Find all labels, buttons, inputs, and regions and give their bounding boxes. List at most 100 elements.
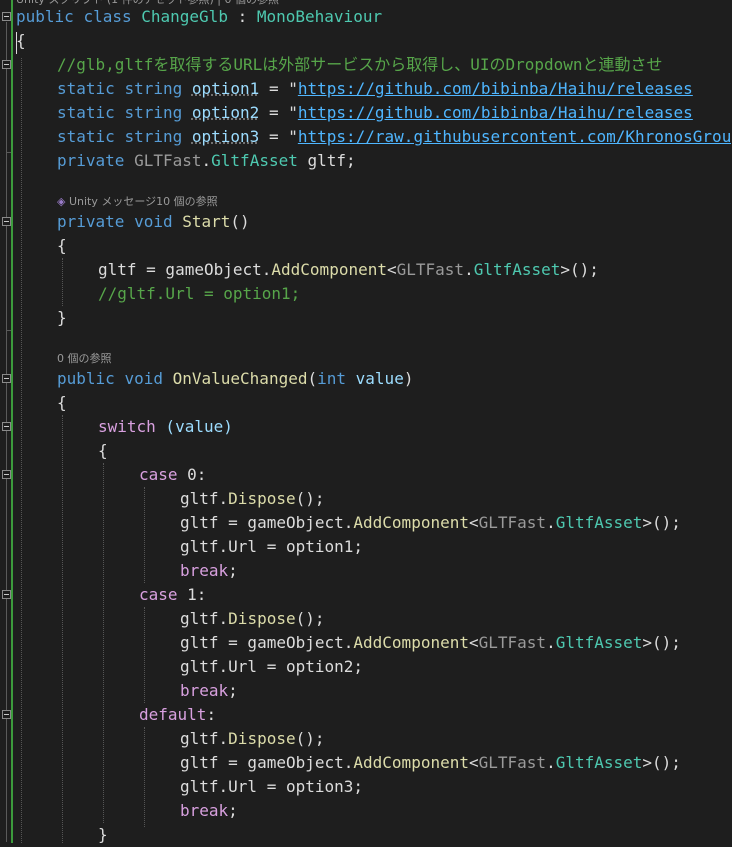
keyword-void: void [134,212,173,231]
code-line-dispose: gltf.Dispose(); [180,727,325,751]
namespace-gltfast[interactable]: GLTFast [134,151,201,170]
code-line-addcomponent: gltf = gameObject.AddComponent<GLTFast.G… [180,631,681,655]
fold-toggle-switch[interactable] [2,422,11,431]
keyword-break: break [180,801,229,820]
namespace-gltfast[interactable]: GLTFast [479,513,546,532]
keyword-int: int [317,369,347,388]
codelens-references[interactable]: 0 個の参照 [57,351,112,367]
keyword-break: break [180,561,229,580]
fold-tick [6,152,11,153]
type-gltfasset[interactable]: GltfAsset [556,633,643,652]
fold-toggle-class[interactable] [2,12,11,21]
indent-guide [62,258,63,306]
field-option3[interactable]: option3 [192,127,259,146]
type-gltfasset[interactable]: GltfAsset [211,151,298,170]
assign: = " [259,127,298,146]
keyword-string: string [124,127,183,146]
colon: : [206,705,217,724]
keyword-string: string [124,79,183,98]
type-gltfasset[interactable]: GltfAsset [556,753,643,772]
code-line-comment: //glb,gltfを取得するURLは外部サービスから取得し、UIのDropdo… [57,55,663,74]
keyword-public: public [16,7,74,26]
assign: = " [259,103,298,122]
open-paren: ( [307,369,318,388]
method-dispose[interactable]: Dispose [228,489,295,508]
fold-toggle-default[interactable] [2,710,11,719]
code-line-start-addcomponent: gltf = gameObject.AddComponent<GLTFast.G… [98,258,599,282]
class-name[interactable]: ChangeGlb [141,7,228,26]
code-line-open-brace: { [16,31,26,50]
type-gltfasset[interactable]: GltfAsset [474,260,561,279]
code-line-method-open: { [57,393,67,412]
call-end: (); [295,609,325,628]
type-gltfasset[interactable]: GltfAsset [556,513,643,532]
gltf-assign: gltf = gameObject. [180,513,354,532]
lt: < [468,513,479,532]
code-line-addcomponent: gltf = gameObject.AddComponent<GLTFast.G… [180,511,681,535]
fold-toggle-case0[interactable] [2,470,11,479]
code-line-dispose: gltf.Dispose(); [180,607,325,631]
dot: . [464,260,474,279]
code-line-case0: case 0: [139,463,206,487]
assign: = " [259,79,298,98]
codelens-unity-message[interactable]: ◈ Unity メッセージ10 個の参照 [57,194,218,210]
method-dispose[interactable]: Dispose [228,729,295,748]
semicolon: ; [228,681,238,700]
gltf-prefix: gltf. [180,729,229,748]
call-end: >(); [642,633,681,652]
code-line-gltf-field: private GLTFast.GltfAsset gltf; [57,149,356,173]
method-start[interactable]: Start [182,212,230,231]
fold-line [6,22,7,842]
gltf-prefix: gltf. [180,489,229,508]
case-label: 1: [177,585,207,604]
codelens-unity-label: Unity メッセージ [68,195,157,208]
dot: . [201,151,212,170]
method-addcomponent[interactable]: AddComponent [353,513,469,532]
code-line-break: break; [180,559,238,583]
parens: () [230,212,250,231]
namespace-gltfast[interactable]: GLTFast [397,260,464,279]
case-label: 0: [177,465,207,484]
method-dispose[interactable]: Dispose [228,609,295,628]
param-value[interactable]: value [356,369,404,388]
keyword-default: default [139,705,207,724]
fold-toggle-start[interactable] [2,217,11,226]
method-addcomponent[interactable]: AddComponent [271,260,387,279]
call-end: >(); [642,753,681,772]
lt: < [468,753,479,772]
semicolon: ; [228,801,238,820]
close-paren: ) [403,369,414,388]
call-end: (); [295,489,325,508]
keyword-class: class [83,7,132,26]
field-option2[interactable]: option2 [192,103,259,122]
code-line-switch: switch (value) [98,415,233,439]
gltf-assign: gltf = gameObject. [180,753,354,772]
url-link-option3[interactable]: https://raw.githubusercontent.com/Khrono… [298,127,732,146]
namespace-gltfast[interactable]: GLTFast [479,633,546,652]
url-link-option1[interactable]: https://github.com/bibinba/Haihu/release… [298,79,693,98]
dot: . [546,753,556,772]
field-option1[interactable]: option1 [192,79,259,98]
keyword-void: void [124,369,163,388]
keyword-private: private [57,212,125,231]
semicolon: ; [228,561,238,580]
code-line-class-declaration: public class ChangeGlb : MonoBehaviour [16,5,382,29]
indent-guide [103,463,104,823]
code-line-dispose: gltf.Dispose(); [180,487,325,511]
method-addcomponent[interactable]: AddComponent [353,753,469,772]
fold-toggle-comment[interactable] [2,60,11,69]
base-class[interactable]: MonoBehaviour [257,7,382,26]
unity-icon: ◈ [57,195,66,208]
keyword-switch: switch [98,417,156,436]
fold-toggle-case1[interactable] [2,590,11,599]
url-link-option2[interactable]: https://github.com/bibinba/Haihu/release… [298,103,693,122]
fold-tick [6,330,11,331]
keyword-public: public [57,369,115,388]
fold-toggle-onvaluechanged[interactable] [2,374,11,383]
code-line-onvaluechanged-decl: public void OnValueChanged(int value) [57,367,413,391]
namespace-gltfast[interactable]: GLTFast [479,753,546,772]
code-line-break: break; [180,799,238,823]
method-onvaluechanged[interactable]: OnValueChanged [173,369,308,388]
keyword-static: static [57,103,115,122]
method-addcomponent[interactable]: AddComponent [353,633,469,652]
